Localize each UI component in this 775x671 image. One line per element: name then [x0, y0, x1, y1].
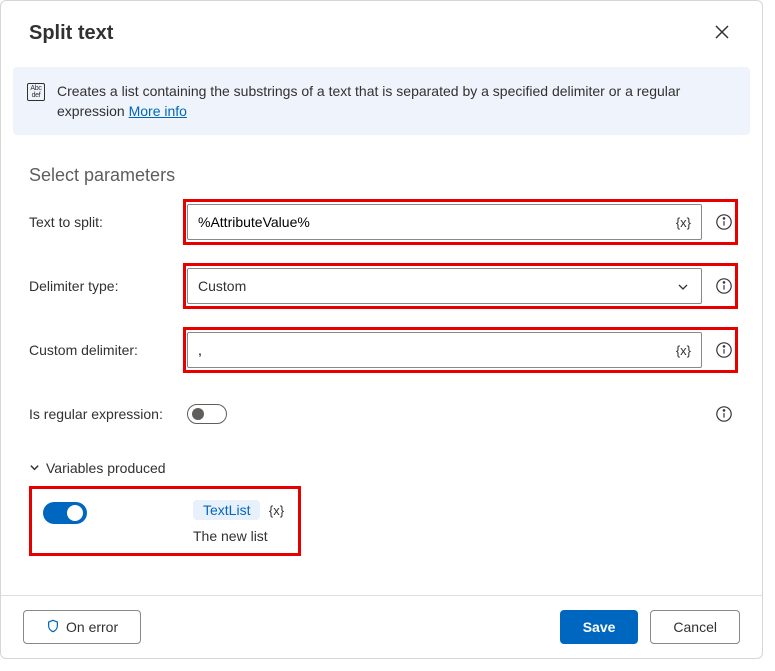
close-icon [715, 25, 729, 42]
label-is-regex: Is regular expression: [29, 406, 187, 422]
text-to-split-value[interactable] [198, 214, 672, 230]
variable-picker-icon[interactable]: {x} [676, 343, 691, 358]
variables-produced-toggle-section[interactable]: Variables produced [29, 460, 734, 476]
param-row-text-to-split: Text to split: {x} [29, 204, 734, 240]
delimiter-type-value: Custom [198, 278, 246, 294]
label-delimiter-type: Delimiter type: [29, 278, 187, 294]
chevron-down-icon [29, 460, 40, 476]
cancel-button[interactable]: Cancel [650, 610, 740, 644]
action-category-icon: Abcdef [27, 83, 45, 101]
description-box: Abcdef Creates a list containing the sub… [13, 67, 750, 135]
more-info-link[interactable]: More info [129, 103, 187, 119]
text-to-split-input[interactable]: {x} [187, 204, 702, 240]
variables-produced-heading: Variables produced [46, 460, 166, 476]
save-button[interactable]: Save [560, 610, 639, 644]
custom-delimiter-value[interactable] [198, 342, 672, 358]
split-text-dialog: Split text Abcdef Creates a list contain… [0, 0, 763, 659]
dialog-header: Split text [1, 1, 762, 55]
close-button[interactable] [708, 19, 736, 47]
variables-produced-body: TextList {x} The new list [29, 488, 299, 554]
custom-delimiter-input[interactable]: {x} [187, 332, 702, 368]
param-row-is-regex: Is regular expression: [29, 396, 734, 432]
variable-enabled-toggle[interactable] [43, 502, 87, 524]
label-custom-delimiter: Custom delimiter: [29, 342, 187, 358]
variable-chip[interactable]: TextList [193, 500, 260, 520]
delimiter-type-select[interactable]: Custom [187, 268, 702, 304]
variable-picker-icon[interactable]: {x} [676, 215, 691, 230]
info-icon[interactable] [714, 276, 734, 296]
select-parameters-heading: Select parameters [29, 165, 734, 186]
param-row-delimiter-type: Delimiter type: Custom [29, 268, 734, 304]
dialog-title: Split text [29, 22, 113, 45]
is-regex-toggle[interactable] [187, 404, 227, 424]
on-error-button[interactable]: On error [23, 610, 141, 644]
dialog-footer: On error Save Cancel [1, 595, 762, 658]
shield-icon [46, 619, 60, 636]
variable-caption: The new list [193, 528, 284, 544]
variable-token-icon: {x} [269, 503, 284, 518]
label-text-to-split: Text to split: [29, 214, 187, 230]
info-icon[interactable] [714, 340, 734, 360]
chevron-down-icon [677, 280, 689, 292]
info-icon[interactable] [714, 404, 734, 424]
description-text: Creates a list containing the substrings… [57, 81, 732, 121]
param-row-custom-delimiter: Custom delimiter: {x} [29, 332, 734, 368]
info-icon[interactable] [714, 212, 734, 232]
